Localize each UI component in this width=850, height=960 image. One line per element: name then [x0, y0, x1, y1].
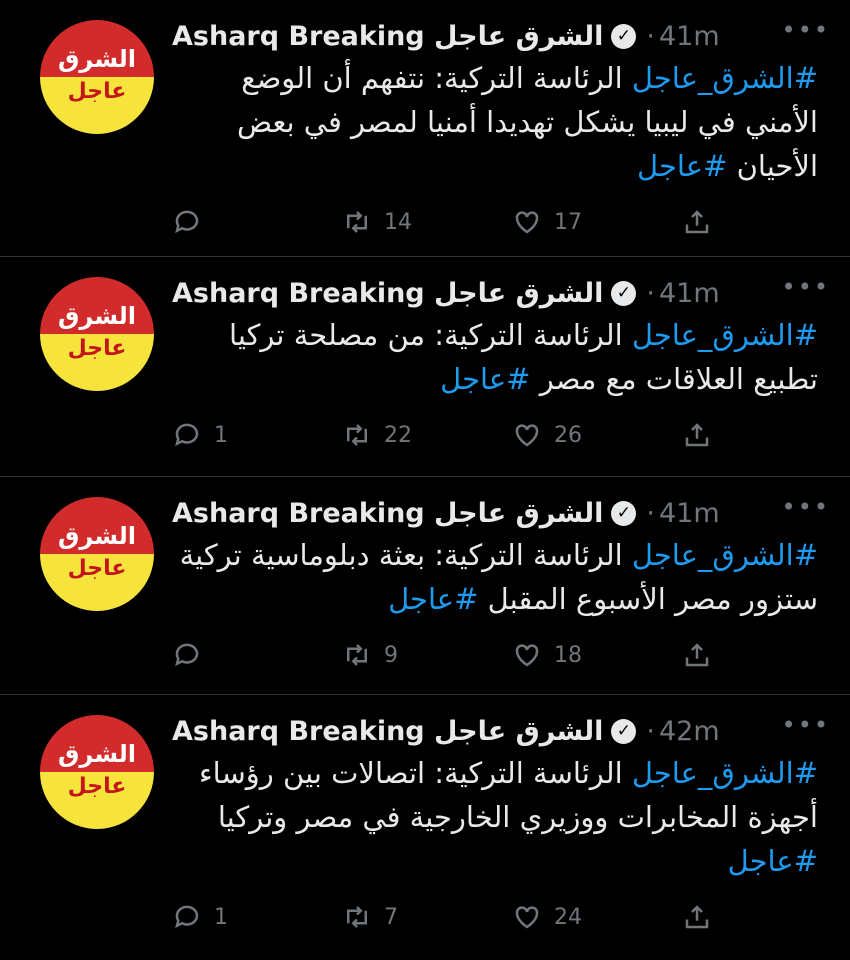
- hashtag-link[interactable]: #عاجل: [440, 362, 530, 396]
- retweet-button[interactable]: 9: [342, 640, 512, 670]
- tweet-text: #الشرق_عاجل الرئاسة التركية: نتفهم أن ال…: [172, 56, 830, 188]
- retweet-count: 9: [384, 642, 398, 668]
- author-name[interactable]: Asharq Breaking الشرق عاجل: [172, 21, 603, 52]
- avatar-top-text: الشرق: [40, 277, 154, 334]
- avatar-bottom-text: عاجل: [40, 77, 154, 134]
- retweet-icon: [347, 906, 367, 928]
- hashtag-link[interactable]: #عاجل: [388, 582, 478, 616]
- tweet-header: Asharq Breaking الشرق عاجل ✓ · 41m •••: [172, 493, 830, 531]
- reply-button[interactable]: [172, 640, 342, 670]
- verified-badge-icon: ✓: [611, 718, 637, 744]
- author-name[interactable]: Asharq Breaking الشرق عاجل: [172, 278, 603, 309]
- separator-dot: ·: [646, 497, 655, 529]
- hashtag-link[interactable]: #الشرق_عاجل: [632, 756, 818, 790]
- share-button[interactable]: [682, 420, 712, 450]
- like-count: 17: [554, 209, 582, 235]
- separator-dot: ·: [646, 20, 655, 52]
- tweet[interactable]: الشرق عاجل Asharq Breaking الشرق عاجل ✓ …: [0, 695, 850, 960]
- verified-badge-icon: ✓: [611, 280, 637, 306]
- tweet[interactable]: الشرق عاجل Asharq Breaking الشرق عاجل ✓ …: [0, 0, 850, 257]
- heart-icon: [515, 906, 539, 929]
- hashtag-link[interactable]: #الشرق_عاجل: [632, 538, 818, 572]
- share-icon: [685, 423, 709, 447]
- like-button[interactable]: 24: [512, 902, 682, 932]
- tweet-actions: 1 7 24: [172, 883, 830, 951]
- tweet[interactable]: الشرق عاجل Asharq Breaking الشرق عاجل ✓ …: [0, 257, 850, 477]
- reply-button[interactable]: 1: [172, 902, 342, 932]
- reply-count: 1: [214, 422, 228, 448]
- timestamp[interactable]: 41m: [659, 21, 720, 52]
- tweet-header: Asharq Breaking الشرق عاجل ✓ · 41m •••: [172, 273, 830, 311]
- share-button[interactable]: [682, 640, 712, 670]
- more-dots-icon[interactable]: •••: [782, 16, 830, 44]
- hashtag-link[interactable]: #الشرق_عاجل: [632, 61, 818, 95]
- tweet-header: Asharq Breaking الشرق عاجل ✓ · 42m •••: [172, 711, 830, 749]
- retweet-button[interactable]: 7: [342, 902, 512, 932]
- reply-button[interactable]: 1: [172, 420, 342, 450]
- share-icon: [685, 210, 709, 234]
- share-icon: [685, 643, 709, 667]
- avatar-top-text: الشرق: [40, 715, 154, 772]
- more-dots-icon[interactable]: •••: [782, 711, 830, 739]
- tweet-feed: الشرق عاجل Asharq Breaking الشرق عاجل ✓ …: [0, 0, 850, 960]
- avatar[interactable]: الشرق عاجل: [40, 497, 154, 611]
- avatar[interactable]: الشرق عاجل: [40, 715, 154, 829]
- like-button[interactable]: 17: [512, 207, 682, 237]
- retweet-button[interactable]: 22: [342, 420, 512, 450]
- timestamp[interactable]: 41m: [659, 498, 720, 529]
- retweet-count: 7: [384, 904, 398, 930]
- hashtag-link[interactable]: #الشرق_عاجل: [632, 318, 818, 352]
- reply-icon: [175, 423, 199, 447]
- more-dots-icon[interactable]: •••: [782, 273, 830, 301]
- avatar[interactable]: الشرق عاجل: [40, 20, 154, 134]
- retweet-count: 14: [384, 209, 412, 235]
- author-name[interactable]: Asharq Breaking الشرق عاجل: [172, 498, 603, 529]
- tweet-actions: 1 22 26: [172, 401, 830, 469]
- like-button[interactable]: 26: [512, 420, 682, 450]
- like-count: 18: [554, 642, 582, 668]
- reply-count: 1: [214, 904, 228, 930]
- hashtag-link[interactable]: #عاجل: [637, 149, 727, 183]
- tweet-text: #الشرق_عاجل الرئاسة التركية: بعثة دبلوما…: [172, 533, 830, 621]
- like-button[interactable]: 18: [512, 640, 682, 670]
- avatar-top-text: الشرق: [40, 20, 154, 77]
- separator-dot: ·: [646, 277, 655, 309]
- separator-dot: ·: [646, 715, 655, 747]
- tweet-actions: 14 17: [172, 188, 830, 256]
- reply-icon: [175, 643, 199, 667]
- reply-icon: [175, 210, 199, 234]
- verified-badge-icon: ✓: [611, 500, 637, 526]
- retweet-icon: [347, 211, 367, 233]
- tweet-text: #الشرق_عاجل الرئاسة التركية: من مصلحة تر…: [172, 313, 830, 401]
- heart-icon: [515, 424, 539, 447]
- retweet-count: 22: [384, 422, 412, 448]
- share-icon: [685, 905, 709, 929]
- reply-button[interactable]: [172, 207, 342, 237]
- avatar-top-text: الشرق: [40, 497, 154, 554]
- avatar-bottom-text: عاجل: [40, 554, 154, 611]
- avatar-bottom-text: عاجل: [40, 334, 154, 391]
- author-name[interactable]: Asharq Breaking الشرق عاجل: [172, 716, 603, 747]
- like-count: 26: [554, 422, 582, 448]
- retweet-button[interactable]: 14: [342, 207, 512, 237]
- heart-icon: [515, 211, 539, 234]
- heart-icon: [515, 644, 539, 667]
- tweet-actions: 9 18: [172, 621, 830, 689]
- retweet-icon: [347, 644, 367, 666]
- more-dots-icon[interactable]: •••: [782, 493, 830, 521]
- share-button[interactable]: [682, 207, 712, 237]
- reply-icon: [175, 905, 199, 929]
- like-count: 24: [554, 904, 582, 930]
- verified-badge-icon: ✓: [611, 23, 637, 49]
- tweet[interactable]: الشرق عاجل Asharq Breaking الشرق عاجل ✓ …: [0, 477, 850, 695]
- tweet-header: Asharq Breaking الشرق عاجل ✓ · 41m •••: [172, 16, 830, 54]
- timestamp[interactable]: 41m: [659, 278, 720, 309]
- tweet-text: #الشرق_عاجل الرئاسة التركية: اتصالات بين…: [172, 751, 830, 883]
- share-button[interactable]: [682, 902, 712, 932]
- avatar-bottom-text: عاجل: [40, 772, 154, 829]
- avatar[interactable]: الشرق عاجل: [40, 277, 154, 391]
- timestamp[interactable]: 42m: [659, 716, 720, 747]
- hashtag-link[interactable]: #عاجل: [728, 844, 818, 878]
- retweet-icon: [347, 424, 367, 446]
